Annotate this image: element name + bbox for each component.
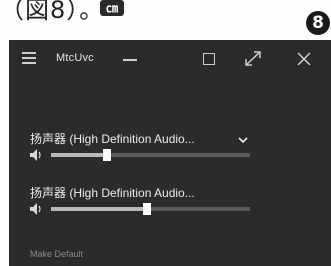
volume-thumb[interactable]	[103, 149, 111, 161]
speaker-icon	[30, 203, 41, 215]
minimize-button[interactable]	[117, 48, 145, 70]
volume-thumb[interactable]	[143, 203, 151, 215]
maximize-icon	[203, 53, 215, 65]
page-header: （図8）。 ㎝ 8	[0, 0, 331, 40]
expand-icon	[245, 51, 261, 66]
volume-slider[interactable]	[30, 201, 250, 217]
volume-slider[interactable]	[30, 147, 250, 163]
caption-text: （図8）。	[0, 0, 105, 24]
screenshot-icon: ㎝	[100, 0, 124, 16]
expand-button[interactable]	[239, 48, 267, 70]
title-bar: MtcUvc	[9, 40, 331, 77]
step-badge: 8	[306, 11, 330, 35]
maximize-button[interactable]	[195, 48, 223, 70]
close-button[interactable]	[290, 48, 318, 70]
device-name: 扬声器 (High Definition Audio...	[30, 132, 195, 146]
hamburger-icon[interactable]	[22, 52, 36, 64]
minimize-icon	[123, 59, 137, 61]
chevron-down-icon[interactable]	[237, 132, 249, 144]
volume-fill	[51, 207, 147, 211]
close-icon	[297, 52, 311, 66]
window-title: MtcUvc	[56, 52, 94, 64]
device-name: 扬声器 (High Definition Audio...	[30, 186, 195, 200]
volume-fill	[51, 153, 107, 157]
make-default-link[interactable]: Make Default	[30, 249, 83, 259]
speaker-icon	[30, 149, 41, 161]
volume-mixer-window: MtcUvc 扬声器 (High Definition Audio... 扬声器…	[9, 40, 331, 266]
